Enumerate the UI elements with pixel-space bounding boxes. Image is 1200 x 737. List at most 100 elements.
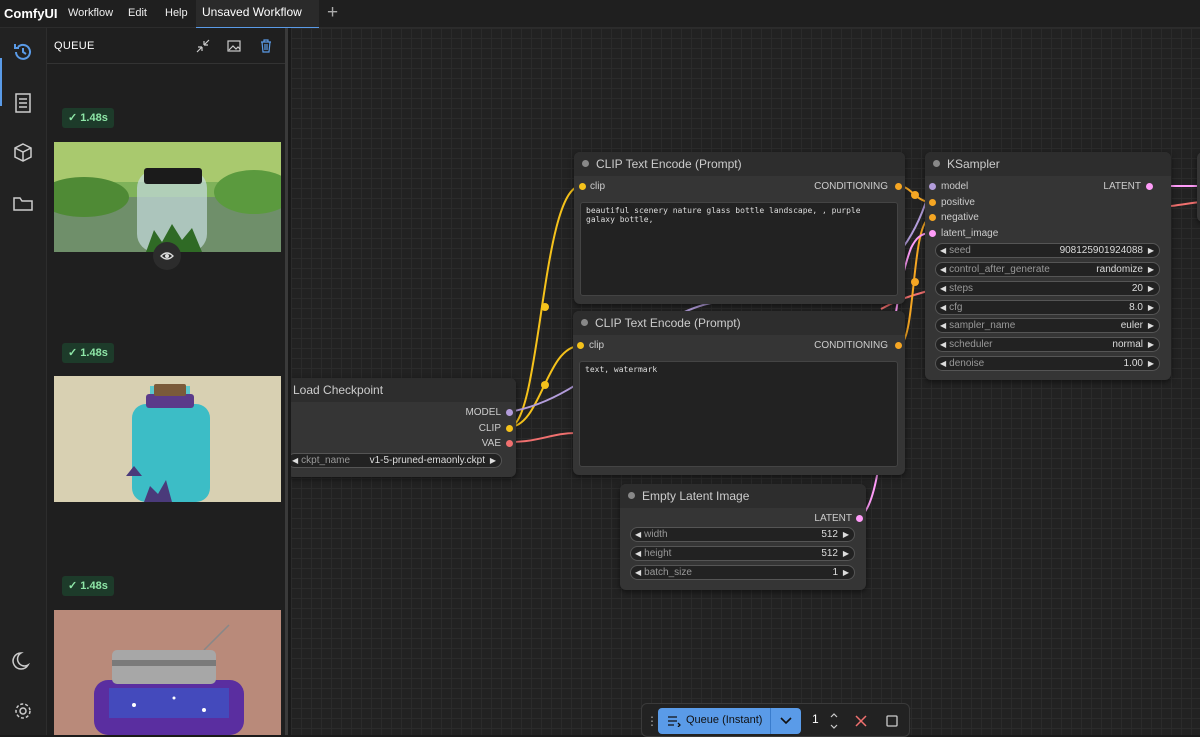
prompt-textarea[interactable]: beautiful scenery nature glass bottle la…: [580, 202, 898, 296]
conditioning-output-slot[interactable]: [895, 342, 902, 349]
teal-bottle-image: [54, 376, 281, 502]
node-collapse-dot[interactable]: [933, 160, 940, 167]
sidebar: [0, 28, 47, 735]
cancel-icon[interactable]: [854, 714, 868, 728]
node-title: KSampler: [947, 157, 1000, 171]
scheduler-widget[interactable]: ◀ scheduler normal ▶: [935, 337, 1160, 352]
stepper-icon[interactable]: [829, 709, 839, 733]
drag-handle-icon[interactable]: ⋮: [646, 714, 658, 728]
latent-image-input-label: latent_image: [941, 228, 999, 239]
steps-widget[interactable]: ◀ steps 20 ▶: [935, 281, 1160, 296]
sampler-name-widget[interactable]: ◀ sampler_name euler ▶: [935, 318, 1160, 333]
queue-thumbnail[interactable]: [54, 376, 281, 502]
queue-panel: QUEUE ✓ 1.48s ✓ 1.48s ✓ 1.48s: [47, 28, 288, 735]
reroute-dot: [911, 278, 919, 286]
gear-icon[interactable]: [10, 698, 36, 724]
vae-output-label: VAE: [481, 438, 501, 449]
queue-button-label: Queue (Instant): [686, 714, 763, 726]
moon-icon[interactable]: [10, 648, 36, 674]
app-logo: ComfyUI: [4, 6, 58, 21]
ckpt-name-widget[interactable]: ◀ ckpt_name v1-5-pruned-emaonly.ckpt ▶: [291, 453, 502, 468]
cube-icon[interactable]: [10, 140, 36, 166]
control-after-generate-widget[interactable]: ◀ control_after_generate randomize ▶: [935, 262, 1160, 277]
latent-output-label: LATENT: [814, 513, 852, 524]
model-input-slot[interactable]: [929, 183, 936, 190]
active-indicator: [0, 58, 2, 106]
plus-icon[interactable]: +: [327, 2, 338, 24]
conditioning-output-label: CONDITIONING: [814, 340, 888, 351]
time-badge: ✓ 1.48s: [62, 343, 114, 363]
seed-widget[interactable]: ◀ seed 908125901924088 ▶: [935, 243, 1160, 258]
positive-input-slot[interactable]: [929, 199, 936, 206]
load-checkpoint-node[interactable]: Load Checkpoint MODEL CLIP VAE ◀ ckpt_nam…: [291, 378, 516, 477]
cfg-widget[interactable]: ◀ cfg 8.0 ▶: [935, 300, 1160, 315]
model-output-label: MODEL: [465, 407, 501, 418]
document-icon[interactable]: [10, 90, 36, 116]
menu-edit[interactable]: Edit: [128, 7, 147, 19]
node-title: Load Checkpoint: [293, 383, 384, 397]
node-header[interactable]: Empty Latent Image: [620, 484, 866, 508]
queue-list-icon: [668, 716, 681, 727]
clip-input-slot[interactable]: [579, 183, 586, 190]
graph-canvas[interactable]: CLIP Text Encode (Prompt) clip CONDITION…: [291, 28, 1200, 735]
negative-input-slot[interactable]: [929, 214, 936, 221]
queue-thumbnail[interactable]: [54, 610, 281, 735]
conditioning-output-label: CONDITIONING: [814, 181, 888, 192]
clip-text-encode-positive-node[interactable]: CLIP Text Encode (Prompt) clip CONDITION…: [574, 152, 905, 304]
node-collapse-dot[interactable]: [581, 319, 588, 326]
vae-wire: [508, 432, 577, 443]
collapse-icon[interactable]: [195, 38, 211, 54]
trash-icon[interactable]: [258, 38, 274, 54]
queue-toolbar: ⋮ Queue (Instant) 1: [641, 703, 910, 737]
image-icon[interactable]: [226, 38, 242, 54]
clip-output-label: CLIP: [478, 423, 501, 434]
time-badge: ✓ 1.48s: [62, 108, 114, 128]
clip-input-slot[interactable]: [577, 342, 584, 349]
latent-image-input-slot[interactable]: [929, 230, 936, 237]
denoise-widget[interactable]: ◀ denoise 1.00 ▶: [935, 356, 1160, 371]
queue-title: QUEUE: [54, 40, 95, 52]
time-badge: ✓ 1.48s: [62, 576, 114, 596]
divider: [770, 708, 771, 734]
menu-help[interactable]: Help: [165, 7, 188, 19]
clip-text-encode-negative-node[interactable]: CLIP Text Encode (Prompt) clip CONDITION…: [573, 311, 905, 475]
height-widget[interactable]: ◀ height 512 ▶: [630, 546, 855, 561]
eye-icon[interactable]: [153, 242, 181, 270]
tab-unsaved-workflow[interactable]: Unsaved Workflow: [196, 0, 319, 28]
reroute-dot: [911, 191, 919, 199]
node-title: CLIP Text Encode (Prompt): [595, 316, 741, 330]
node-title: Empty Latent Image: [642, 489, 750, 503]
queue-count-input[interactable]: 1: [812, 712, 819, 726]
menu-workflow[interactable]: Workflow: [68, 7, 113, 19]
node-header[interactable]: CLIP Text Encode (Prompt): [574, 152, 905, 176]
bottle-forest-image: [54, 142, 281, 252]
prompt-textarea[interactable]: text, watermark: [579, 361, 898, 467]
queue-button[interactable]: Queue (Instant): [658, 708, 801, 734]
top-bar: ComfyUI Workflow Edit Help Unsaved Workf…: [0, 0, 1200, 28]
node-header[interactable]: KSampler: [925, 152, 1171, 176]
vae-output-slot[interactable]: [506, 440, 513, 447]
ksampler-node[interactable]: KSampler model positive negative latent_…: [925, 152, 1171, 380]
conditioning-output-slot[interactable]: [895, 183, 902, 190]
negative-input-label: negative: [941, 212, 979, 223]
node-header[interactable]: CLIP Text Encode (Prompt): [573, 311, 905, 335]
stop-icon[interactable]: [885, 714, 899, 728]
empty-latent-image-node[interactable]: Empty Latent Image LATENT ◀ width 512 ▶ ◀ he…: [620, 484, 866, 590]
clip-output-slot[interactable]: [506, 425, 513, 432]
clip-input-label: clip: [590, 181, 606, 192]
model-output-slot[interactable]: [506, 409, 513, 416]
node-collapse-dot[interactable]: [582, 160, 589, 167]
latent-output-label: LATENT: [1103, 181, 1141, 192]
folder-icon[interactable]: [10, 191, 36, 217]
queue-thumbnail[interactable]: [54, 142, 281, 252]
batch-size-widget[interactable]: ◀ batch_size 1 ▶: [630, 565, 855, 580]
node-collapse-dot[interactable]: [628, 492, 635, 499]
width-widget[interactable]: ◀ width 512 ▶: [630, 527, 855, 542]
reroute-dot: [541, 381, 549, 389]
history-icon[interactable]: [10, 39, 36, 65]
chevron-down-icon[interactable]: [780, 717, 792, 725]
positive-input-label: positive: [941, 197, 975, 208]
latent-output-slot[interactable]: [1146, 183, 1153, 190]
latent-output-slot[interactable]: [856, 515, 863, 522]
node-header[interactable]: Load Checkpoint: [291, 378, 516, 402]
